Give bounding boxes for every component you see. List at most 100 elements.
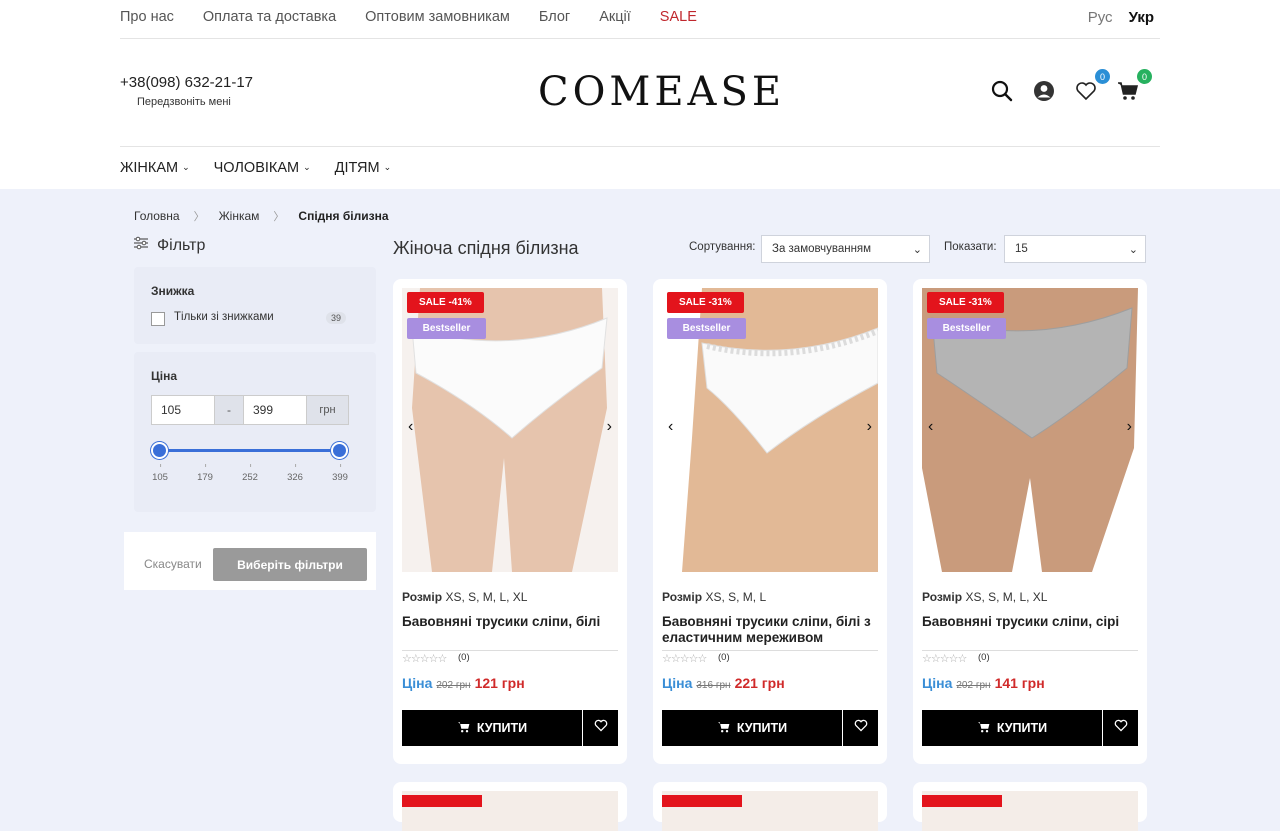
price-from-input[interactable]: 105 [151, 395, 215, 425]
buy-button-label: КУПИТИ [736, 721, 788, 735]
size-values: XS, S, M, L [705, 590, 767, 604]
old-price: 316 грн [696, 680, 731, 691]
price-dash: - [215, 395, 243, 425]
heart-icon [854, 719, 868, 737]
nav-kids[interactable]: ДІТЯМ ⌄ [335, 160, 391, 176]
product-card[interactable] [393, 782, 627, 831]
cart-icon [717, 721, 731, 736]
buy-button[interactable]: КУПИТИ [662, 710, 842, 746]
discount-title: Знижка [151, 284, 195, 298]
chevron-down-icon: ⌄ [303, 162, 311, 172]
tick-label: 252 [242, 464, 258, 483]
tick-label: 179 [197, 464, 213, 483]
price-label: Ціна [402, 675, 433, 691]
prev-image-icon[interactable]: ‹ [668, 418, 673, 436]
filter-header[interactable]: Фільтр [133, 236, 205, 255]
buy-button[interactable]: КУПИТИ [922, 710, 1102, 746]
topnav-payment-delivery[interactable]: Оплата та доставка [203, 9, 336, 25]
filter-actions: Скасувати Виберіть фільтри [124, 532, 376, 590]
lang-ru[interactable]: Рус [1088, 9, 1113, 26]
chevron-down-icon: ⌄ [182, 162, 190, 172]
chevron-right-icon: 〉 [193, 211, 205, 223]
price-label: Ціна [662, 675, 693, 691]
product-name[interactable]: Бавовняні трусики сліпи, білі з еластичн… [662, 614, 877, 646]
chevron-down-icon: ⌄ [912, 244, 922, 256]
add-to-wishlist-button[interactable] [843, 710, 878, 746]
per-page-select-value: 15 [1015, 243, 1028, 255]
price-row: Ціна 316 грн 221 грн [662, 675, 785, 691]
nav-women[interactable]: ЖІНКАМ ⌄ [120, 160, 190, 176]
main-nav: ЖІНКАМ ⌄ ЧОЛОВІКАМ ⌄ ДІТЯМ ⌄ [120, 147, 1160, 188]
next-image-icon[interactable]: › [607, 418, 612, 436]
size-label: Розмір [922, 590, 963, 604]
next-image-icon[interactable]: › [867, 418, 872, 436]
buy-button-label: КУПИТИ [996, 721, 1048, 735]
filter-title: Фільтр [157, 236, 206, 254]
product-card[interactable] [653, 782, 887, 831]
size-values: XS, S, M, L, XL [965, 590, 1048, 604]
callback-link[interactable]: Передзвоніть мені [137, 96, 231, 108]
topnav-sale[interactable]: SALE [660, 9, 697, 25]
topnav-wholesale[interactable]: Оптовим замовникам [365, 9, 510, 25]
discount-checkbox[interactable] [151, 312, 165, 326]
lang-uk[interactable]: Укр [1129, 9, 1154, 26]
product-image[interactable]: SALE -31% Bestseller ‹ › [662, 288, 878, 572]
discount-option-label[interactable]: Тільки зі знижками [174, 311, 274, 323]
page-title: Жіноча спідня білизна [393, 238, 579, 258]
tick-label: 326 [287, 464, 303, 483]
add-to-wishlist-button[interactable] [1103, 710, 1138, 746]
new-price: 121 грн [474, 675, 525, 691]
buy-button[interactable]: КУПИТИ [402, 710, 582, 746]
filter-sliders-icon [133, 236, 149, 255]
bestseller-badge: Bestseller [927, 318, 1006, 339]
prev-image-icon[interactable]: ‹ [408, 418, 413, 436]
divider [402, 650, 618, 651]
product-card[interactable] [913, 782, 1147, 831]
top-nav: Про нас Оплата та доставка Оптовим замов… [120, 9, 697, 25]
old-price: 202 грн [436, 680, 471, 691]
cancel-filters-button[interactable]: Скасувати [144, 557, 202, 571]
per-page-select[interactable]: 15 ⌄ [1004, 235, 1146, 263]
product-card[interactable]: SALE -41% Bestseller ‹ › Розмір XS, S, M… [393, 279, 627, 764]
price-slider-min-handle[interactable] [151, 442, 168, 459]
nav-men[interactable]: ЧОЛОВІКАМ ⌄ [214, 160, 311, 176]
prev-image-icon[interactable]: ‹ [928, 418, 933, 436]
breadcrumb-home[interactable]: Головна [134, 209, 180, 223]
price-to-input[interactable]: 399 [243, 395, 307, 425]
wishlist-icon[interactable]: 0 [1074, 69, 1110, 103]
product-image[interactable]: SALE -31% Bestseller ‹ › [922, 288, 1138, 572]
old-price: 202 грн [956, 680, 991, 691]
show-label: Показати: [944, 241, 997, 253]
topnav-about[interactable]: Про нас [120, 9, 174, 25]
breadcrumb-women[interactable]: Жінкам [219, 209, 260, 223]
product-image[interactable]: SALE -41% Bestseller ‹ › [402, 288, 618, 572]
product-name[interactable]: Бавовняні трусики сліпи, сірі [922, 614, 1137, 630]
price-slider-track[interactable] [160, 449, 340, 452]
cart-icon[interactable]: 0 [1116, 69, 1152, 103]
review-count: (0) [458, 652, 470, 663]
site-logo[interactable]: COMEASE [538, 69, 785, 115]
search-icon[interactable] [990, 79, 1014, 103]
tick-label: 105 [152, 464, 168, 483]
header-icons: 0 0 [990, 69, 1152, 103]
price-row: Ціна 202 грн 141 грн [922, 675, 1045, 691]
new-price: 221 грн [734, 675, 785, 691]
price-slider-max-handle[interactable] [331, 442, 348, 459]
product-name[interactable]: Бавовняні трусики сліпи, білі [402, 614, 617, 630]
nav-women-label: ЖІНКАМ [120, 159, 179, 176]
price-filter: Ціна 105 - 399 грн 105 179 252 326 399 [134, 352, 376, 512]
next-image-icon[interactable]: › [1127, 418, 1132, 436]
phone-number[interactable]: +38(098) 632-21-17 [120, 74, 253, 91]
product-card[interactable]: SALE -31% Bestseller ‹ › Розмір XS, S, M… [653, 279, 887, 764]
sort-select[interactable]: За замовчуванням ⌄ [761, 235, 930, 263]
product-card[interactable]: SALE -31% Bestseller ‹ › Розмір XS, S, M… [913, 279, 1147, 764]
apply-filters-button[interactable]: Виберіть фільтри [213, 548, 367, 581]
topnav-blog[interactable]: Блог [539, 9, 570, 25]
product-sizes: Розмір XS, S, M, L, XL [922, 590, 1047, 604]
add-to-wishlist-button[interactable] [583, 710, 618, 746]
account-icon[interactable] [1032, 79, 1056, 103]
topnav-promotions[interactable]: Акції [599, 9, 631, 25]
rating-stars-icon: ☆☆☆☆☆ [662, 653, 707, 665]
sale-badge [662, 795, 742, 807]
price-title: Ціна [151, 369, 178, 383]
